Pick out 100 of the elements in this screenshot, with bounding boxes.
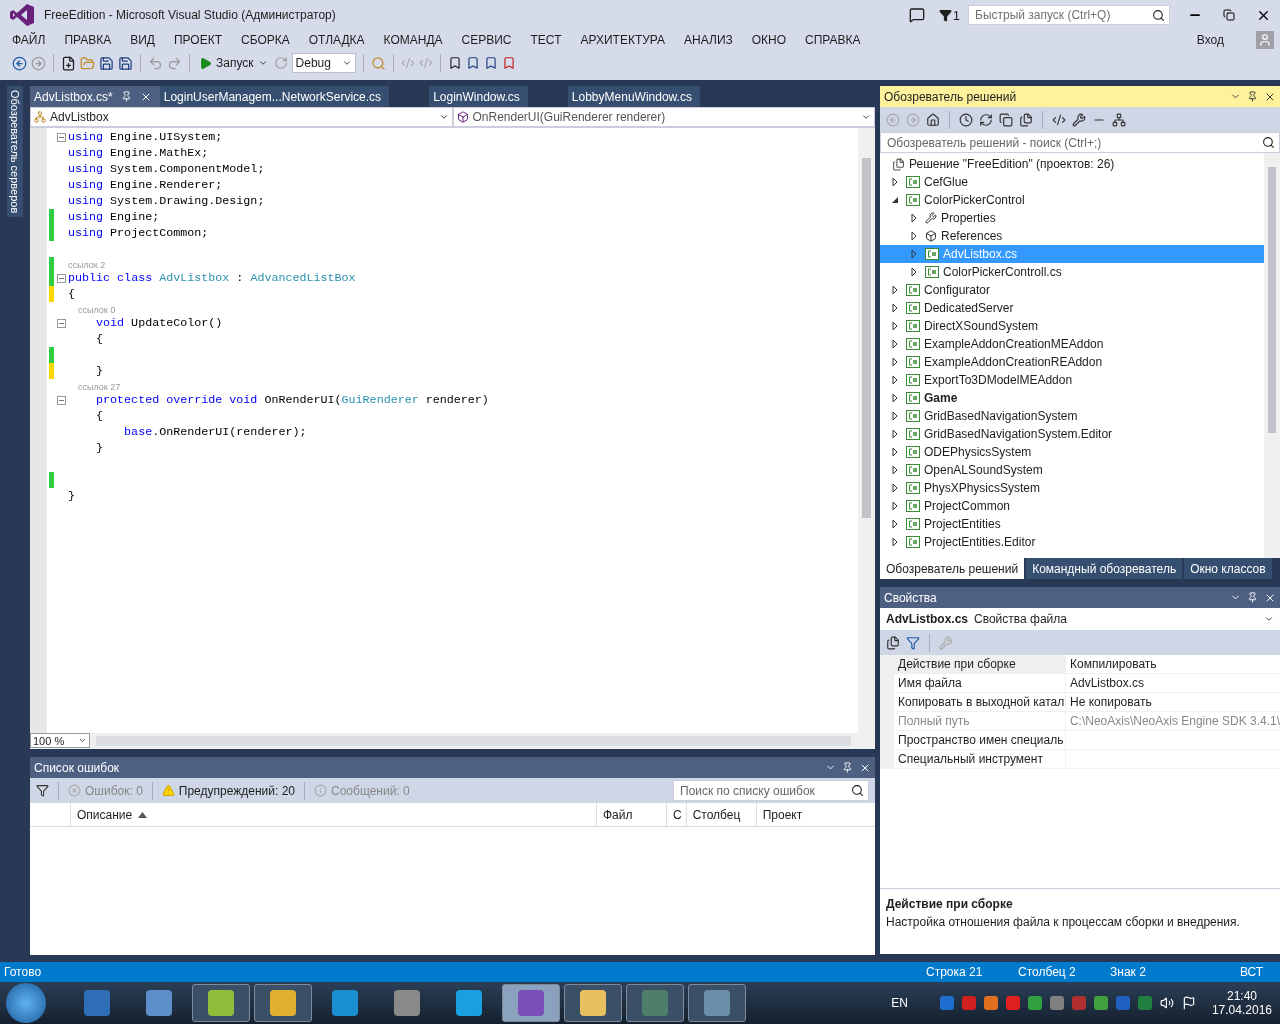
menu-item[interactable]: ТЕСТ <box>530 33 562 47</box>
column-header[interactable]: С <box>666 803 686 826</box>
document-tab[interactable]: LoginWindow.cs <box>429 86 528 107</box>
panel-tab[interactable]: Командный обозреватель <box>1026 558 1183 579</box>
previous-bookmark-icon[interactable] <box>465 56 480 70</box>
tree-item[interactable]: ExportTo3DModelMEAddon <box>924 373 1073 387</box>
class-diagram-icon[interactable] <box>1112 112 1126 127</box>
error-search-box[interactable]: Поиск по списку ошибок <box>673 780 869 801</box>
property-value[interactable]: AdvListbox.cs <box>1066 674 1145 692</box>
property-value[interactable]: Компилировать <box>1066 655 1157 673</box>
menu-item[interactable]: ОТЛАДКА <box>308 33 365 47</box>
sign-in-link[interactable]: Вход <box>1196 33 1224 47</box>
tree-item[interactable]: CefGlue <box>924 175 969 189</box>
pin-icon[interactable] <box>120 91 132 102</box>
view-code-icon[interactable] <box>1052 112 1066 127</box>
collapse-icon[interactable] <box>56 132 66 142</box>
tree-item[interactable]: Configurator <box>924 283 991 297</box>
tree-item[interactable]: ColorPickerControll.cs <box>943 265 1062 279</box>
menu-item[interactable]: СПРАВКА <box>805 33 861 47</box>
column-header[interactable]: Столбец <box>685 803 756 826</box>
menu-item[interactable]: АРХИТЕКТУРА <box>580 33 666 47</box>
menu-item[interactable]: СЕРВИС <box>461 33 512 47</box>
configuration-dropdown[interactable]: Debug <box>291 53 356 73</box>
save-icon[interactable] <box>99 55 114 71</box>
collapse-icon[interactable] <box>56 395 66 405</box>
collapse-icon[interactable] <box>56 318 66 328</box>
property-value[interactable]: Не копировать <box>1066 693 1152 711</box>
menu-item[interactable]: ФАЙЛ <box>12 33 46 47</box>
type-dropdown[interactable]: AdvListbox <box>30 107 453 127</box>
solution-search-field[interactable]: Обозреватель решений - поиск (Ctrl+;) <box>885 134 1262 151</box>
tray-icon[interactable] <box>1137 996 1152 1010</box>
save-all-icon[interactable] <box>118 55 133 71</box>
tree-item[interactable]: Game <box>924 391 958 405</box>
menu-item[interactable]: ПРОЕКТ <box>173 33 222 47</box>
tree-item[interactable]: ColorPickerControl <box>924 193 1025 207</box>
property-name[interactable]: Действие при сборке <box>894 655 1066 673</box>
panel-tab[interactable]: Окно классов <box>1184 558 1272 579</box>
pending-changes-icon[interactable] <box>959 112 973 127</box>
quick-launch-box[interactable]: Быстрый запуск (Ctrl+Q) <box>968 5 1170 25</box>
tree-item[interactable]: Properties <box>941 211 996 225</box>
next-bookmark-icon[interactable] <box>483 56 498 70</box>
column-header[interactable]: Проект <box>755 803 875 826</box>
clock[interactable]: 21:40 17.04.2016 <box>1211 989 1272 1017</box>
start-button[interactable] <box>6 983 46 1023</box>
tree-item[interactable]: ProjectEntities.Editor <box>924 535 1036 549</box>
document-tab[interactable]: LoginUserManagem...NetworkService.cs <box>159 86 390 107</box>
collapse-icon[interactable] <box>56 273 66 283</box>
panel-tab[interactable]: Обозреватель решений <box>880 558 1025 579</box>
document-tab[interactable]: LobbyMenuWindow.cs <box>567 86 700 107</box>
document-tab[interactable]: AdvListbox.cs* <box>30 86 160 107</box>
warnings-filter-button[interactable]: Предупреждений: 20 <box>161 783 295 798</box>
new-project-icon[interactable] <box>61 55 76 71</box>
menu-item[interactable]: СБОРКА <box>241 33 290 47</box>
zoom-dropdown[interactable]: 100 % <box>30 733 90 748</box>
home-icon[interactable] <box>926 112 940 127</box>
menu-item[interactable]: ПРАВКА <box>64 33 112 47</box>
pin-icon[interactable] <box>1247 91 1258 102</box>
tree-item[interactable]: Решение "FreeEdition" (проектов: 26) <box>909 157 1115 171</box>
menu-item[interactable]: ВИД <box>130 33 155 47</box>
tray-icon[interactable] <box>961 996 976 1010</box>
taskbar-button[interactable] <box>688 984 746 1022</box>
clear-bookmarks-icon[interactable] <box>501 56 516 70</box>
feedback-icon[interactable] <box>908 7 925 23</box>
vertical-scrollbar[interactable] <box>1264 153 1280 558</box>
column-header[interactable]: Описание <box>70 803 596 826</box>
menu-item[interactable]: АНАЛИЗ <box>684 33 733 47</box>
tray-icon[interactable] <box>1027 996 1042 1010</box>
back-icon[interactable] <box>12 55 27 71</box>
error-search-field[interactable]: Поиск по списку ошибок <box>678 782 851 799</box>
show-all-files-icon[interactable] <box>1019 112 1033 127</box>
filter-icon[interactable] <box>36 784 49 797</box>
bookmark-icon[interactable] <box>447 56 462 70</box>
tree-item[interactable]: ExampleAddonCreationMEAddon <box>924 337 1104 351</box>
taskbar-button[interactable] <box>192 984 250 1022</box>
tree-item[interactable]: ProjectCommon <box>924 499 1011 513</box>
sync-icon[interactable] <box>979 112 993 127</box>
column-header[interactable]: Файл <box>596 803 666 826</box>
menu-item[interactable]: КОМАНДА <box>383 33 443 47</box>
vertical-scrollbar[interactable] <box>858 128 875 733</box>
flag-icon[interactable] <box>1181 996 1196 1010</box>
menu-item[interactable]: ОКНО <box>751 33 787 47</box>
tree-item[interactable]: PhysXPhysicsSystem <box>924 481 1041 495</box>
tree-item[interactable]: ProjectEntities <box>924 517 1001 531</box>
tray-icon[interactable] <box>1005 996 1020 1010</box>
start-button[interactable]: Запуск <box>197 53 270 73</box>
tree-item[interactable]: ODEPhysicsSystem <box>924 445 1032 459</box>
notifications-button[interactable]: 1 <box>938 7 960 23</box>
pin-icon[interactable] <box>842 762 853 773</box>
tray-icon[interactable] <box>1049 996 1064 1010</box>
tree-item[interactable]: DirectXSoundSystem <box>924 319 1039 333</box>
volume-icon[interactable] <box>1159 996 1174 1010</box>
caret-icon[interactable] <box>1264 614 1274 624</box>
tree-item[interactable]: References <box>941 229 1003 243</box>
taskbar-button[interactable] <box>564 984 622 1022</box>
tree-item[interactable]: GridBasedNavigationSystem.Editor <box>924 427 1113 441</box>
language-indicator[interactable]: EN <box>891 996 908 1010</box>
taskbar-button[interactable] <box>254 984 312 1022</box>
member-dropdown[interactable]: OnRenderUI(GuiRenderer renderer) <box>452 107 875 127</box>
properties-icon[interactable] <box>1072 112 1086 127</box>
solution-search-box[interactable]: Обозреватель решений - поиск (Ctrl+;) <box>880 132 1280 153</box>
